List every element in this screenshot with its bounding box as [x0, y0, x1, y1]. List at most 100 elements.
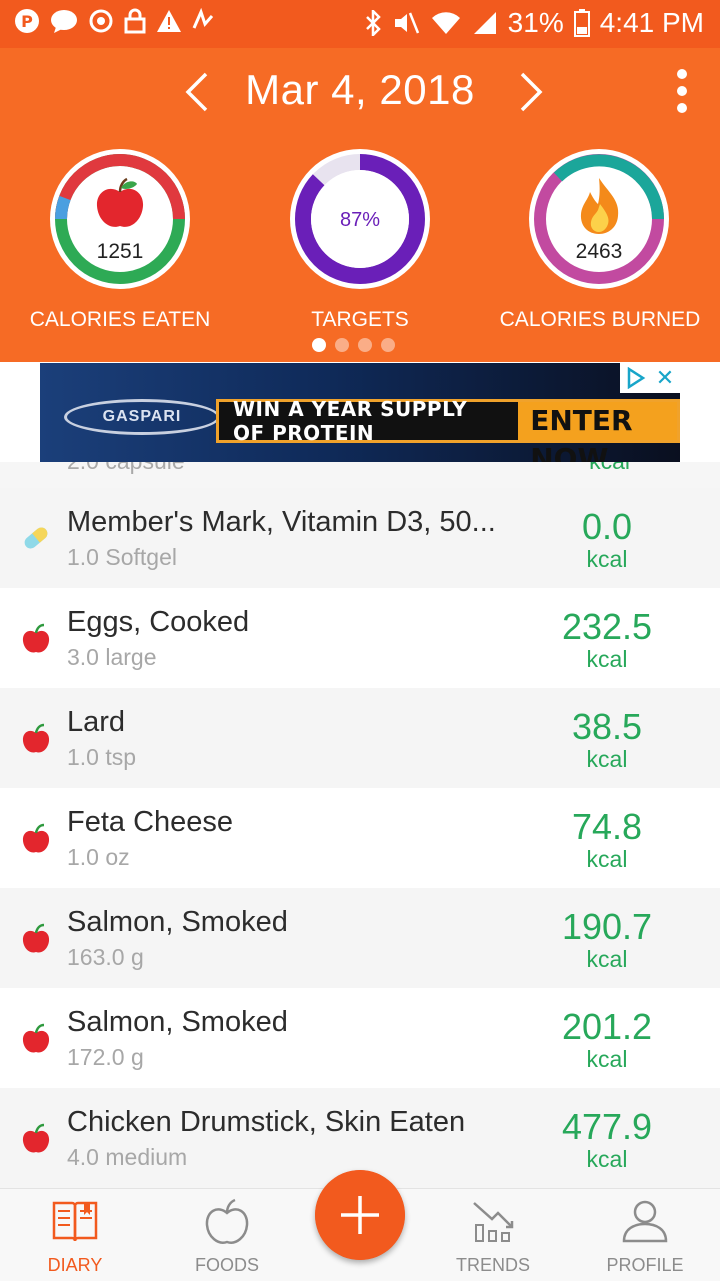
battery-icon [573, 9, 590, 37]
calories-eaten-value: 1251 [97, 240, 144, 263]
food-quantity: 1.0 tsp [67, 744, 137, 770]
ad-headline[interactable]: WIN A YEAR SUPPLY OF PROTEIN ENTER NOW [216, 397, 680, 462]
tab-foods-label: FOODS [194, 1255, 259, 1275]
activity-icon [192, 8, 214, 29]
calories-burned-label: CALORIES BURNED [499, 308, 701, 331]
bluetooth-icon [365, 10, 381, 36]
apple-icon [22, 823, 50, 853]
food-calories: 201.2 [561, 1006, 653, 1047]
partial-list-item: 2.0 capsule kcal [0, 462, 720, 488]
tab-profile-label: PROFILE [606, 1255, 684, 1275]
calorie-unit: kcal [586, 746, 628, 772]
adchoices-icon[interactable] [626, 367, 646, 389]
sync-icon [89, 9, 113, 33]
food-name: Salmon, Smoked [67, 1006, 288, 1038]
calorie-unit: kcal [586, 646, 628, 672]
food-name: Lard [67, 706, 126, 738]
pill-icon [24, 527, 48, 549]
food-calories: 477.9 [561, 1106, 653, 1147]
food-quantity: 172.0 g [67, 1044, 144, 1070]
calories-eaten-ring[interactable]: 1251 [49, 148, 191, 290]
mute-icon [394, 12, 419, 34]
tab-trends-label: TRENDS [455, 1255, 530, 1275]
list-item[interactable]: Lard 1.0 tsp 38.5 kcal [0, 688, 720, 788]
ad-brand-logo: GASPARI [64, 399, 220, 435]
list-item[interactable]: Eggs, Cooked 3.0 large 232.5 kcal [0, 588, 720, 688]
calorie-unit: kcal [586, 1046, 628, 1072]
food-calories: 74.8 [571, 806, 643, 847]
diary-book-icon [52, 1201, 98, 1242]
next-day-button[interactable] [510, 70, 550, 114]
food-calories: 38.5 [571, 706, 643, 747]
chat-icon [51, 10, 77, 33]
calorie-unit: kcal [586, 546, 628, 572]
list-item[interactable]: Feta Cheese 1.0 oz 74.8 kcal [0, 788, 720, 888]
current-date[interactable]: Mar 4, 2018 [0, 66, 720, 114]
svg-text:P: P [21, 12, 33, 31]
add-entry-button[interactable] [315, 1170, 405, 1260]
targets-label: TARGETS [311, 308, 409, 331]
list-item[interactable]: Salmon, Smoked 172.0 g 201.2 kcal [0, 988, 720, 1088]
profile-person-icon [622, 1200, 668, 1243]
food-calories: 190.7 [561, 906, 653, 947]
food-name: Salmon, Smoked [67, 906, 288, 938]
clock: 4:41 PM [599, 7, 704, 38]
food-quantity: 163.0 g [67, 944, 144, 970]
tab-diary-label: DIARY [47, 1255, 103, 1275]
tab-profile[interactable]: PROFILE [570, 1189, 720, 1281]
food-calories: 232.5 [561, 606, 653, 647]
list-item[interactable]: Salmon, Smoked 163.0 g 190.7 kcal [0, 888, 720, 988]
apple-icon [22, 923, 50, 953]
tab-trends[interactable]: TRENDS [418, 1189, 568, 1281]
signal-icon [473, 12, 496, 34]
apple-icon [22, 1123, 50, 1153]
food-quantity: 1.0 Softgel [67, 544, 177, 570]
food-calories: 0.0 [581, 506, 633, 547]
calorie-unit: kcal [586, 1146, 628, 1172]
targets-percent: 87% [340, 209, 380, 231]
pinterest-icon: P [15, 9, 39, 33]
page-dot-1[interactable] [312, 338, 326, 352]
calories-burned-ring[interactable]: 2463 [528, 148, 670, 290]
ad-banner[interactable]: GASPARI WIN A YEAR SUPPLY OF PROTEIN ENT… [40, 363, 680, 462]
page-indicator[interactable] [312, 338, 395, 352]
status-bar: P 31% 4:41 PM [0, 0, 720, 48]
date-header: Mar 4, 2018 [0, 48, 720, 132]
battery-percent: 31% [507, 7, 564, 38]
food-quantity: 4.0 medium [67, 1144, 188, 1170]
food-name: Member's Mark, Vitamin D3, 50... [67, 506, 496, 538]
partial-item-unit: kcal [589, 462, 630, 475]
list-item[interactable]: Member's Mark, Vitamin D3, 50... 1.0 Sof… [0, 488, 720, 588]
partial-item-qty: 2.0 capsule [67, 462, 185, 475]
lock-icon [124, 8, 146, 34]
apple-icon [22, 723, 50, 753]
ad-cta-button[interactable]: ENTER NOW [518, 402, 677, 462]
apple-icon [22, 1023, 50, 1053]
apple-icon [22, 623, 50, 653]
daily-summary[interactable]: 1251 CALORIES EATEN 87% TARGETS 2463 CAL… [0, 132, 720, 362]
calories-eaten-label: CALORIES EATEN [29, 308, 211, 331]
ad-headline-text: WIN A YEAR SUPPLY OF PROTEIN [233, 397, 468, 445]
targets-ring[interactable]: 87% [289, 148, 431, 290]
page-dot-3[interactable] [358, 338, 372, 352]
calories-burned-value: 2463 [576, 240, 623, 263]
food-name: Eggs, Cooked [67, 606, 250, 638]
page-dot-4[interactable] [381, 338, 395, 352]
tab-diary[interactable]: DIARY [0, 1189, 150, 1281]
trends-chart-icon [473, 1202, 514, 1242]
food-quantity: 1.0 oz [67, 844, 130, 870]
tab-foods[interactable]: FOODS [152, 1189, 302, 1281]
ad-close-icon[interactable]: ✕ [656, 365, 674, 391]
food-diary-list: Member's Mark, Vitamin D3, 50... 1.0 Sof… [0, 488, 720, 1188]
foods-apple-icon [205, 1198, 249, 1244]
system-status: 31% 4:41 PM [364, 7, 704, 39]
notification-icons: P [14, 8, 214, 34]
food-name: Chicken Drumstick, Skin Eaten [67, 1106, 466, 1138]
food-quantity: 3.0 large [67, 644, 157, 670]
page-dot-2[interactable] [335, 338, 349, 352]
food-name: Feta Cheese [67, 806, 234, 838]
ad-choices[interactable]: ✕ [620, 363, 680, 393]
overflow-menu-icon[interactable] [672, 68, 692, 114]
calorie-unit: kcal [586, 846, 628, 872]
warning-icon [157, 10, 181, 32]
